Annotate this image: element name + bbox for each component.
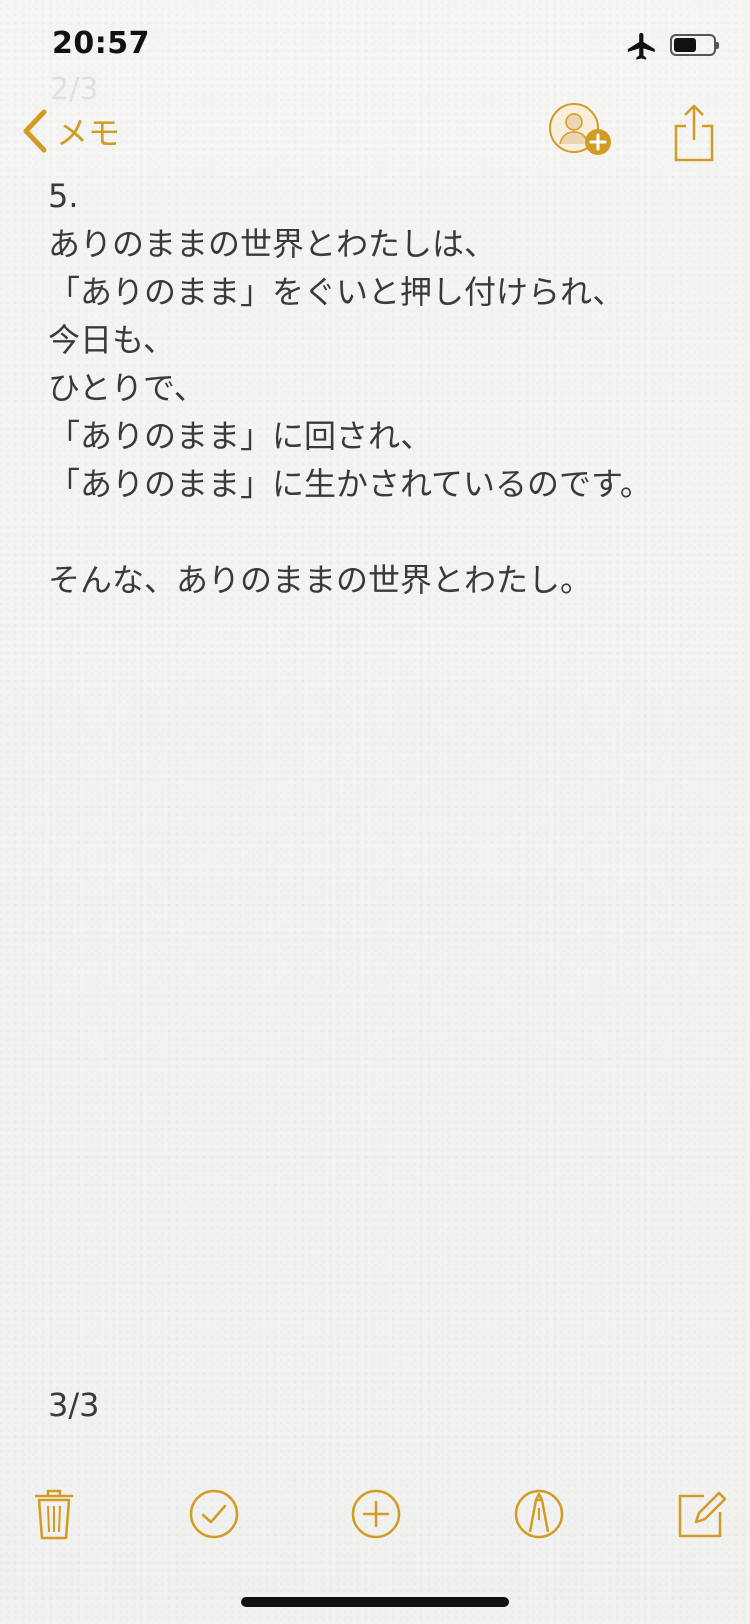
status-bar: 20:57: [0, 0, 750, 90]
battery-icon: [670, 34, 719, 56]
back-button[interactable]: メモ: [18, 106, 120, 156]
navigation-bar: メモ: [0, 96, 750, 168]
checklist-button[interactable]: [186, 1486, 242, 1542]
home-indicator[interactable]: [241, 1597, 509, 1607]
delete-button[interactable]: [26, 1486, 82, 1542]
plus-circle-icon: [351, 1489, 401, 1539]
markup-button[interactable]: [511, 1486, 567, 1542]
note-line: ありのままの世界とわたしは、: [48, 225, 497, 263]
add-attachment-button[interactable]: [348, 1486, 404, 1542]
compose-icon: [678, 1491, 727, 1538]
page-count-text: 3/3: [48, 1386, 100, 1424]
share-icon[interactable]: [672, 102, 716, 164]
compose-button[interactable]: [674, 1486, 730, 1542]
status-time: 20:57: [52, 26, 150, 61]
airplane-mode-icon: [627, 32, 655, 60]
back-label: メモ: [56, 114, 121, 152]
note-line: 今日も、: [48, 321, 176, 359]
note-body[interactable]: 5. ありのままの世界とわたしは、 「ありのまま」をぐいと押し付けられ、 今日も…: [48, 172, 708, 604]
note-line: ひとりで、: [48, 369, 206, 407]
checkmark-circle-icon: [189, 1489, 239, 1539]
pen-circle-icon: [514, 1489, 564, 1539]
note-line: 「ありのまま」をぐいと押し付けられ、: [48, 273, 625, 311]
note-line: 5.: [48, 177, 79, 215]
note-line: そんな、ありのままの世界とわたし。: [48, 561, 593, 599]
trash-icon: [34, 1489, 74, 1540]
note-blank-line: [48, 508, 708, 556]
chevron-left-icon: [23, 109, 47, 153]
note-line: 「ありのまま」に生かされているのです。: [48, 465, 652, 503]
bottom-toolbar: [0, 1476, 750, 1546]
battery-level: [674, 38, 696, 52]
add-person-icon[interactable]: [548, 102, 618, 162]
note-line: 「ありのまま」に回され、: [48, 417, 433, 455]
